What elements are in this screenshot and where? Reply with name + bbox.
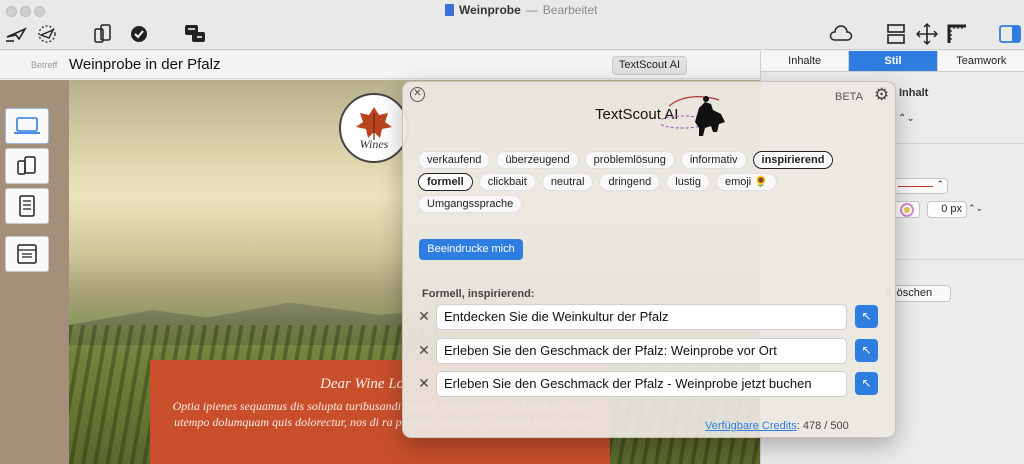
credits-link[interactable]: Verfügbare Credits: [705, 420, 797, 432]
dismiss-icon[interactable]: ✕: [417, 342, 431, 359]
color-picker-button[interactable]: [893, 201, 920, 218]
subject-bar: Betreff Weinprobe in der Pfalz TextScout…: [0, 51, 760, 79]
layout-blocks-icon[interactable]: [883, 22, 909, 46]
tab-inhalte[interactable]: Inhalte: [761, 51, 850, 71]
inspector-section-title: Inhalt: [899, 87, 929, 99]
result-text[interactable]: Entdecken Sie die Weinkultur der Pfalz: [436, 304, 847, 330]
close-window-button[interactable]: [6, 6, 17, 17]
ruler-icon[interactable]: [944, 22, 970, 46]
tone-chip[interactable]: problemlösung: [584, 151, 675, 169]
tone-chip[interactable]: neutral: [541, 173, 594, 191]
window-title: Weinprobe — Bearbeitet: [445, 3, 597, 17]
dismiss-icon[interactable]: ✕: [417, 308, 431, 325]
tone-chip[interactable]: informativ: [680, 151, 747, 169]
result-text[interactable]: Erleben Sie den Geschmack der Pfalz - We…: [436, 371, 847, 397]
schedule-plane-icon[interactable]: [34, 22, 60, 46]
beta-badge: BETA: [835, 91, 863, 103]
text-preview-button[interactable]: [5, 188, 49, 224]
mobile-preview-button[interactable]: [5, 148, 49, 184]
tab-teamwork[interactable]: Teamwork: [937, 51, 1024, 71]
subject-label: Betreff: [31, 60, 58, 70]
banner-heading: Dear Wine Lo: [320, 376, 405, 392]
check-icon[interactable]: [128, 22, 150, 46]
impress-me-button[interactable]: Beeindrucke mich: [419, 239, 523, 260]
border-width-field[interactable]: 0 px: [927, 201, 967, 218]
apply-arrow-icon[interactable]: ↖: [855, 339, 878, 362]
cowboy-horse-logo-icon: [661, 96, 725, 136]
credits-info: Verfügbare Credits: 478 / 500: [705, 420, 849, 432]
textscout-popover: ✕ BETA ⚙ TextScout AI verkaufend überzeug…: [402, 81, 896, 438]
inspector-tabs: Inhalte Stil Teamwork: [761, 51, 1024, 72]
device-preview-column: [0, 80, 69, 464]
translate-icon[interactable]: [182, 22, 208, 46]
tone-chip-list: verkaufend überzeugend problemlösung inform…: [418, 151, 883, 213]
tone-chip[interactable]: inspirierend: [752, 151, 834, 169]
send-plane-icon[interactable]: [4, 22, 30, 46]
sidebar-toggle-icon[interactable]: [998, 22, 1022, 46]
apply-arrow-icon[interactable]: ↖: [855, 305, 878, 328]
result-row: ✕ Erleben Sie den Geschmack der Pfalz - …: [417, 371, 887, 397]
tone-chip[interactable]: formell: [418, 173, 473, 191]
result-label: Formell, inspirierend:: [422, 288, 535, 300]
tone-chip[interactable]: Umgangssprache: [418, 195, 523, 213]
browser-preview-button[interactable]: [5, 236, 49, 272]
cloud-icon[interactable]: [827, 22, 855, 46]
line-style-select[interactable]: ⌃: [893, 178, 948, 194]
subject-input[interactable]: Weinprobe in der Pfalz: [69, 56, 220, 73]
apply-arrow-icon[interactable]: ↖: [855, 372, 878, 395]
result-row: ✕ Erleben Sie den Geschmack der Pfalz: W…: [417, 338, 887, 364]
tone-chip[interactable]: lustig: [666, 173, 710, 191]
gear-icon[interactable]: ⚙: [874, 85, 889, 105]
tab-stil[interactable]: Stil: [849, 51, 938, 71]
tone-chip[interactable]: clickbait: [478, 173, 536, 191]
window-toolbar: Weinprobe — Bearbeitet: [0, 0, 1024, 50]
tone-chip[interactable]: überzeugend: [496, 151, 579, 169]
border-width-stepper-icon[interactable]: ⌃⌄: [968, 203, 983, 214]
tone-chip[interactable]: dringend: [599, 173, 661, 191]
tone-chip[interactable]: verkaufend: [418, 151, 491, 169]
minimize-window-button[interactable]: [20, 6, 31, 17]
devices-preview-icon[interactable]: [90, 22, 116, 46]
tone-chip[interactable]: emoji 🌻: [715, 173, 778, 191]
dismiss-icon[interactable]: ✕: [417, 375, 431, 392]
credits-value: 478 / 500: [802, 420, 849, 432]
move-arrows-icon[interactable]: [914, 22, 940, 46]
zoom-window-button[interactable]: [34, 6, 45, 17]
close-icon[interactable]: ✕: [410, 87, 425, 102]
desktop-preview-button[interactable]: [5, 108, 49, 144]
stepper-icon[interactable]: ⌃⌄: [898, 113, 915, 124]
document-icon: [445, 4, 454, 16]
wines-logo[interactable]: Wines: [339, 93, 409, 163]
result-text[interactable]: Erleben Sie den Geschmack der Pfalz: Wei…: [436, 338, 847, 364]
textscout-button[interactable]: TextScout AI: [612, 56, 687, 75]
result-row: ✕ Entdecken Sie die Weinkultur der Pfalz…: [417, 304, 887, 330]
